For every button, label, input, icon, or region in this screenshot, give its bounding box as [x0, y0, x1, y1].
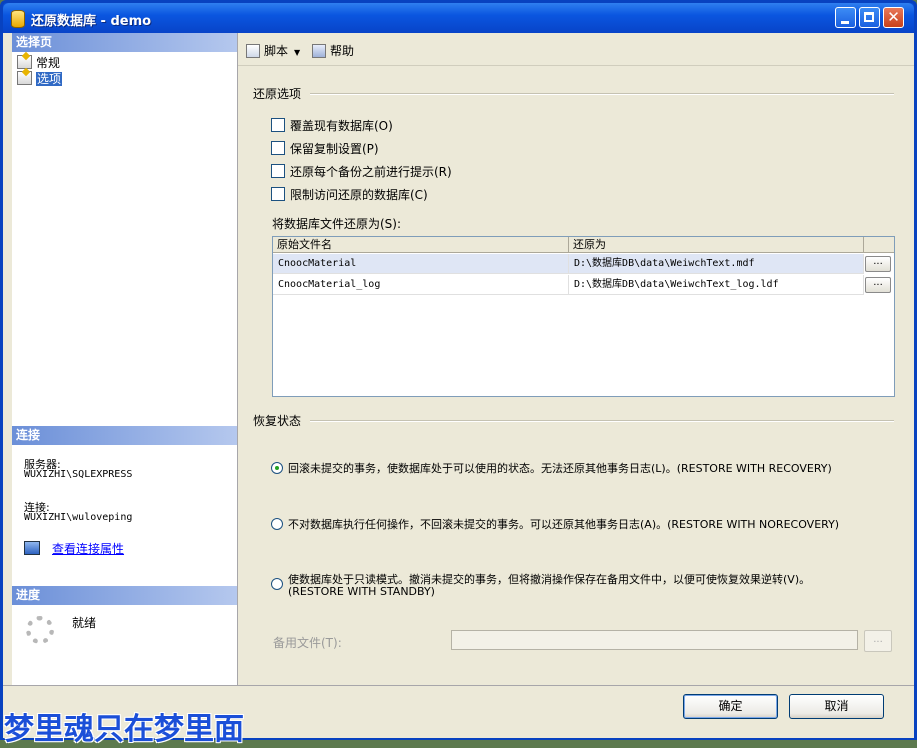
checkbox-keep-replication[interactable]: 保留复制设置(P): [271, 141, 379, 156]
maximize-button[interactable]: [859, 7, 880, 28]
checkbox-label: 还原每个备份之前进行提示(R): [290, 165, 452, 179]
script-icon: [246, 44, 260, 58]
checkbox-label: 覆盖现有数据库(O): [290, 119, 393, 133]
column-header-original[interactable]: 原始文件名: [273, 237, 569, 253]
view-connection-properties[interactable]: 查看连接属性: [24, 540, 124, 557]
radio-button[interactable]: [271, 578, 283, 590]
close-icon: ✕: [887, 8, 900, 26]
checkbox-box[interactable]: [271, 164, 285, 178]
group-divider: [310, 420, 894, 422]
script-label: 脚本: [264, 44, 289, 58]
page-item-label: 选项: [36, 72, 63, 86]
right-pane: 脚本 ▼ 帮助 还原选项 覆盖现有数据库(O) 保留复制设置(P) 还原每个备份之…: [238, 33, 914, 685]
connection-properties-icon: [24, 541, 40, 555]
checkbox-box[interactable]: [271, 141, 285, 155]
dialog-client-area: 选择页 常规 选项 连接 服务器: WUXIZHI\SQLEXPRESS 连接:…: [3, 33, 914, 738]
checkbox-restrict-access[interactable]: 限制访问还原的数据库(C): [271, 187, 428, 202]
cancel-button[interactable]: 取消: [789, 694, 884, 719]
chevron-down-icon: ▼: [294, 48, 301, 57]
help-icon: [312, 44, 326, 58]
connection-value: WUXIZHI\wuloveping: [24, 512, 133, 523]
column-header-restore-as[interactable]: 还原为: [569, 237, 864, 253]
page-icon: [17, 55, 32, 69]
radio-restore-with-standby[interactable]: 使数据库处于只读模式。撤消未提交的事务，但将撤消操作保存在备用文件中，以便可使恢…: [271, 574, 810, 598]
standby-file-input[interactable]: [451, 630, 858, 650]
script-button[interactable]: 脚本 ▼: [246, 42, 300, 59]
page-item-label: 常规: [36, 56, 61, 70]
minimize-icon: [841, 21, 849, 24]
radio-restore-with-norecovery[interactable]: 不对数据库执行任何操作，不回滚未提交的事务。可以还原其他事务日志(A)。(RES…: [271, 518, 839, 531]
standby-browse-button[interactable]: ...: [864, 630, 892, 652]
checkbox-label: 限制访问还原的数据库(C): [290, 188, 428, 202]
restore-database-window: 还原数据库 - demo ✕ 选择页 常规 选项 连接 服务器: WUXIZHI…: [0, 0, 917, 740]
title-bar[interactable]: 还原数据库 - demo ✕: [3, 3, 914, 33]
column-header-spacer: [864, 237, 894, 253]
group-divider: [310, 93, 894, 95]
checkbox-box[interactable]: [271, 118, 285, 132]
progress-header: 进度: [12, 586, 237, 605]
left-pane: 选择页 常规 选项 连接 服务器: WUXIZHI\SQLEXPRESS 连接:…: [12, 33, 238, 685]
maximize-icon: [864, 12, 874, 22]
toolbar: 脚本 ▼ 帮助: [238, 33, 914, 66]
page-icon: [17, 71, 32, 85]
close-button[interactable]: ✕: [883, 7, 904, 28]
cell-restore-as[interactable]: D:\数据库DB\data\WeiwchText.mdf: [569, 254, 864, 274]
checkbox-overwrite[interactable]: 覆盖现有数据库(O): [271, 118, 393, 133]
browse-file-button[interactable]: ...: [865, 256, 891, 272]
cell-restore-as[interactable]: D:\数据库DB\data\WeiwchText_log.ldf: [569, 275, 864, 295]
restore-files-grid: 原始文件名 还原为 CnoocMaterial D:\数据库DB\data\We…: [272, 236, 895, 397]
server-value: WUXIZHI\SQLEXPRESS: [24, 469, 133, 480]
ok-button[interactable]: 确定: [683, 694, 778, 719]
recovery-state-title: 恢复状态: [253, 414, 302, 428]
help-button[interactable]: 帮助: [312, 42, 354, 59]
radio-label: 不对数据库执行任何操作，不回滚未提交的事务。可以还原其他事务日志(A)。(RES…: [288, 518, 840, 531]
radio-button[interactable]: [271, 462, 283, 474]
page-item-general[interactable]: 常规: [17, 55, 60, 70]
select-page-header: 选择页: [12, 33, 237, 52]
table-row[interactable]: CnoocMaterial_log D:\数据库DB\data\WeiwchTe…: [273, 275, 894, 295]
restore-as-label: 将数据库文件还原为(S):: [272, 217, 402, 231]
cell-original-file[interactable]: CnoocMaterial: [273, 254, 569, 274]
browse-file-button[interactable]: ...: [865, 277, 891, 293]
restore-options-title: 还原选项: [253, 87, 302, 101]
database-icon: [11, 10, 25, 28]
help-label: 帮助: [330, 44, 355, 58]
radio-label-line2: (RESTORE WITH STANDBY): [288, 585, 435, 598]
watermark-text: 梦里魂只在梦里面: [4, 712, 244, 747]
radio-label: 回滚未提交的事务，使数据库处于可以使用的状态。无法还原其他事务日志(L)。(RE…: [288, 462, 832, 475]
standby-file-label: 备用文件(T):: [273, 636, 342, 650]
minimize-button[interactable]: [835, 7, 856, 28]
progress-spinner-icon: [26, 616, 54, 644]
connection-header: 连接: [12, 426, 237, 445]
view-connection-properties-link[interactable]: 查看连接属性: [52, 542, 124, 556]
checkbox-label: 保留复制设置(P): [290, 142, 379, 156]
cell-original-file[interactable]: CnoocMaterial_log: [273, 275, 569, 295]
checkbox-box[interactable]: [271, 187, 285, 201]
progress-status: 就绪: [72, 616, 97, 630]
radio-restore-with-recovery[interactable]: 回滚未提交的事务，使数据库处于可以使用的状态。无法还原其他事务日志(L)。(RE…: [271, 462, 832, 475]
table-row[interactable]: CnoocMaterial D:\数据库DB\data\WeiwchText.m…: [273, 254, 894, 274]
page-item-options[interactable]: 选项: [17, 71, 63, 86]
radio-button[interactable]: [271, 518, 283, 530]
window-title: 还原数据库 - demo: [31, 14, 152, 29]
checkbox-prompt-each-backup[interactable]: 还原每个备份之前进行提示(R): [271, 164, 452, 179]
